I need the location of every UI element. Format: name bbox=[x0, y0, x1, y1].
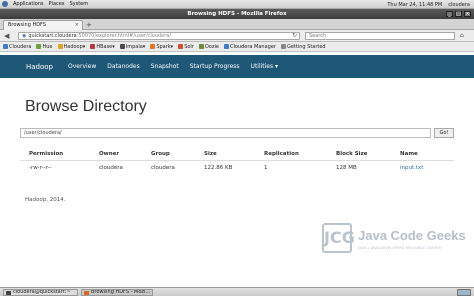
url-host: quickstart.cloudera bbox=[28, 33, 77, 39]
bookmark-cloudera[interactable]: Cloudera bbox=[3, 44, 31, 50]
window-controls: _ □ × bbox=[446, 11, 471, 17]
file-link-input-txt[interactable]: input.txt bbox=[400, 165, 423, 171]
taskbar-item-firefox[interactable]: Browsing HDFS - Mozi... bbox=[81, 289, 153, 296]
impala-icon bbox=[119, 44, 125, 49]
taskbar-item-terminal[interactable]: cloudera@quickstart:~ bbox=[3, 289, 78, 296]
bookmark-solr[interactable]: Solr bbox=[178, 44, 194, 50]
watermark: JCG Java Code Geeks JAVA 2 JAVA DEVELOPE… bbox=[322, 213, 466, 273]
navigation-bar: ◀ ◉ quickstart.cloudera:50070/explorer.ht… bbox=[0, 30, 474, 42]
hadoop-icon bbox=[57, 44, 63, 49]
header-size[interactable]: Size bbox=[204, 151, 217, 157]
header-permission[interactable]: Permission bbox=[29, 151, 63, 157]
nav-utilities-dropdown[interactable]: Utilities ▾ bbox=[251, 63, 279, 70]
page-icon bbox=[280, 44, 286, 49]
cloudera-manager-icon bbox=[223, 44, 229, 49]
header-replication[interactable]: Replication bbox=[264, 151, 299, 157]
header-group[interactable]: Group bbox=[151, 151, 170, 157]
tab-strip: Browsing HDFS × + bbox=[0, 19, 474, 30]
bookmark-hue[interactable]: Hue bbox=[36, 44, 53, 50]
hue-icon bbox=[36, 44, 42, 49]
tab-label: Browsing HDFS bbox=[8, 22, 47, 28]
directory-path-input[interactable]: /user/cloudera/ bbox=[20, 128, 431, 138]
tab-close-icon[interactable]: × bbox=[75, 21, 79, 30]
site-identity-icon[interactable]: ◉ bbox=[22, 33, 26, 39]
header-owner[interactable]: Owner bbox=[99, 151, 119, 157]
cell-block-size: 128 MB bbox=[336, 165, 357, 171]
hadoop-brand-link[interactable]: Hadoop bbox=[26, 63, 53, 71]
watermark-logo-icon: JCG bbox=[322, 223, 355, 253]
new-tab-button[interactable]: + bbox=[86, 21, 92, 29]
taskbar-label: cloudera@quickstart:~ bbox=[13, 289, 71, 295]
panel-menus: Applications Places System bbox=[0, 1, 88, 7]
bookmark-impala[interactable]: Impala▾ bbox=[119, 44, 145, 50]
cloudera-icon bbox=[3, 44, 8, 49]
cell-replication: 1 bbox=[264, 165, 268, 171]
bookmarks-toolbar: Cloudera Hue Hadoop▾ HBase▾ Impala▾ Spar… bbox=[0, 42, 474, 52]
url-bar[interactable]: ◉ quickstart.cloudera:50070/explorer.html… bbox=[18, 32, 300, 40]
bookmark-hadoop[interactable]: Hadoop▾ bbox=[57, 44, 85, 50]
workspace-switcher[interactable] bbox=[457, 289, 471, 296]
search-placeholder: Search bbox=[309, 33, 327, 39]
nav-snapshot[interactable]: Snapshot bbox=[151, 63, 179, 70]
minimize-icon[interactable]: _ bbox=[446, 11, 453, 17]
terminal-icon bbox=[6, 291, 11, 295]
watermark-subtitle: JAVA 2 JAVA DEVELOPERS RESOURCE CENTER bbox=[358, 246, 442, 250]
url-path: :50070/explorer.html#/user/cloudera/ bbox=[76, 33, 172, 39]
go-button[interactable]: Go! bbox=[434, 128, 454, 138]
header-block-size[interactable]: Block Size bbox=[336, 151, 367, 157]
top-panel: Applications Places System Thu Mar 24, 1… bbox=[0, 0, 474, 9]
close-icon[interactable]: × bbox=[464, 11, 471, 17]
table-row: -rw-r--r-- cloudera cloudera 122.86 KB 1… bbox=[20, 161, 454, 175]
window-titlebar: Browsing HDFS - Mozilla Firefox _ □ × bbox=[0, 9, 474, 19]
firefox-icon bbox=[84, 291, 89, 295]
tab-browsing-hdfs[interactable]: Browsing HDFS × bbox=[3, 20, 83, 30]
table-header: Permission Owner Group Size Replication … bbox=[20, 147, 454, 161]
solr-icon bbox=[178, 44, 184, 49]
oozie-icon bbox=[198, 44, 204, 49]
reload-button[interactable]: ↻ bbox=[292, 32, 297, 39]
hadoop-navbar: Hadoop Overview Datanodes Snapshot Start… bbox=[0, 55, 474, 78]
cell-owner: cloudera bbox=[99, 165, 123, 171]
panel-tray: Thu Mar 24, 11:48 PM cloudera bbox=[387, 0, 470, 9]
home-button[interactable]: ⌂ bbox=[460, 32, 464, 39]
spark-icon bbox=[150, 44, 156, 49]
bookmark-getting-started[interactable]: Getting Started bbox=[280, 44, 326, 50]
menu-system[interactable]: System bbox=[69, 1, 88, 7]
maximize-icon[interactable]: □ bbox=[455, 11, 462, 17]
cell-size: 122.86 KB bbox=[204, 165, 233, 171]
bottom-taskbar: cloudera@quickstart:~ Browsing HDFS - Mo… bbox=[0, 287, 474, 296]
bookmark-oozie[interactable]: Oozie bbox=[198, 44, 219, 50]
page-footer: Hadoop, 2014. bbox=[25, 197, 66, 203]
bookmark-cloudera-manager[interactable]: Cloudera Manager bbox=[223, 44, 276, 50]
hbase-icon bbox=[90, 44, 96, 49]
back-button[interactable]: ◀ bbox=[4, 32, 9, 40]
nav-startup-progress[interactable]: Startup Progress bbox=[190, 63, 240, 70]
nav-overview[interactable]: Overview bbox=[68, 63, 96, 70]
directory-table: Permission Owner Group Size Replication … bbox=[20, 147, 454, 175]
window-title: Browsing HDFS - Mozilla Firefox bbox=[187, 11, 287, 17]
menu-places[interactable]: Places bbox=[49, 1, 65, 7]
menu-applications[interactable]: Applications bbox=[13, 1, 44, 7]
clock[interactable]: Thu Mar 24, 11:48 PM bbox=[387, 2, 442, 8]
cell-group: cloudera bbox=[151, 165, 175, 171]
watermark-title: Java Code Geeks bbox=[358, 228, 466, 243]
user-name[interactable]: cloudera bbox=[448, 2, 470, 8]
header-name[interactable]: Name bbox=[400, 151, 418, 157]
nav-datanodes[interactable]: Datanodes bbox=[107, 63, 139, 70]
search-input[interactable]: Search bbox=[305, 32, 455, 40]
path-form: /user/cloudera/ Go! bbox=[20, 128, 454, 138]
bookmark-hbase[interactable]: HBase▾ bbox=[90, 44, 115, 50]
bookmark-spark[interactable]: Spark▾ bbox=[150, 44, 173, 50]
page-title: Browse Directory bbox=[25, 98, 147, 115]
cell-permission: -rw-r--r-- bbox=[29, 165, 52, 171]
taskbar-label: Browsing HDFS - Mozi... bbox=[91, 289, 151, 295]
gnome-foot-icon bbox=[2, 1, 8, 7]
